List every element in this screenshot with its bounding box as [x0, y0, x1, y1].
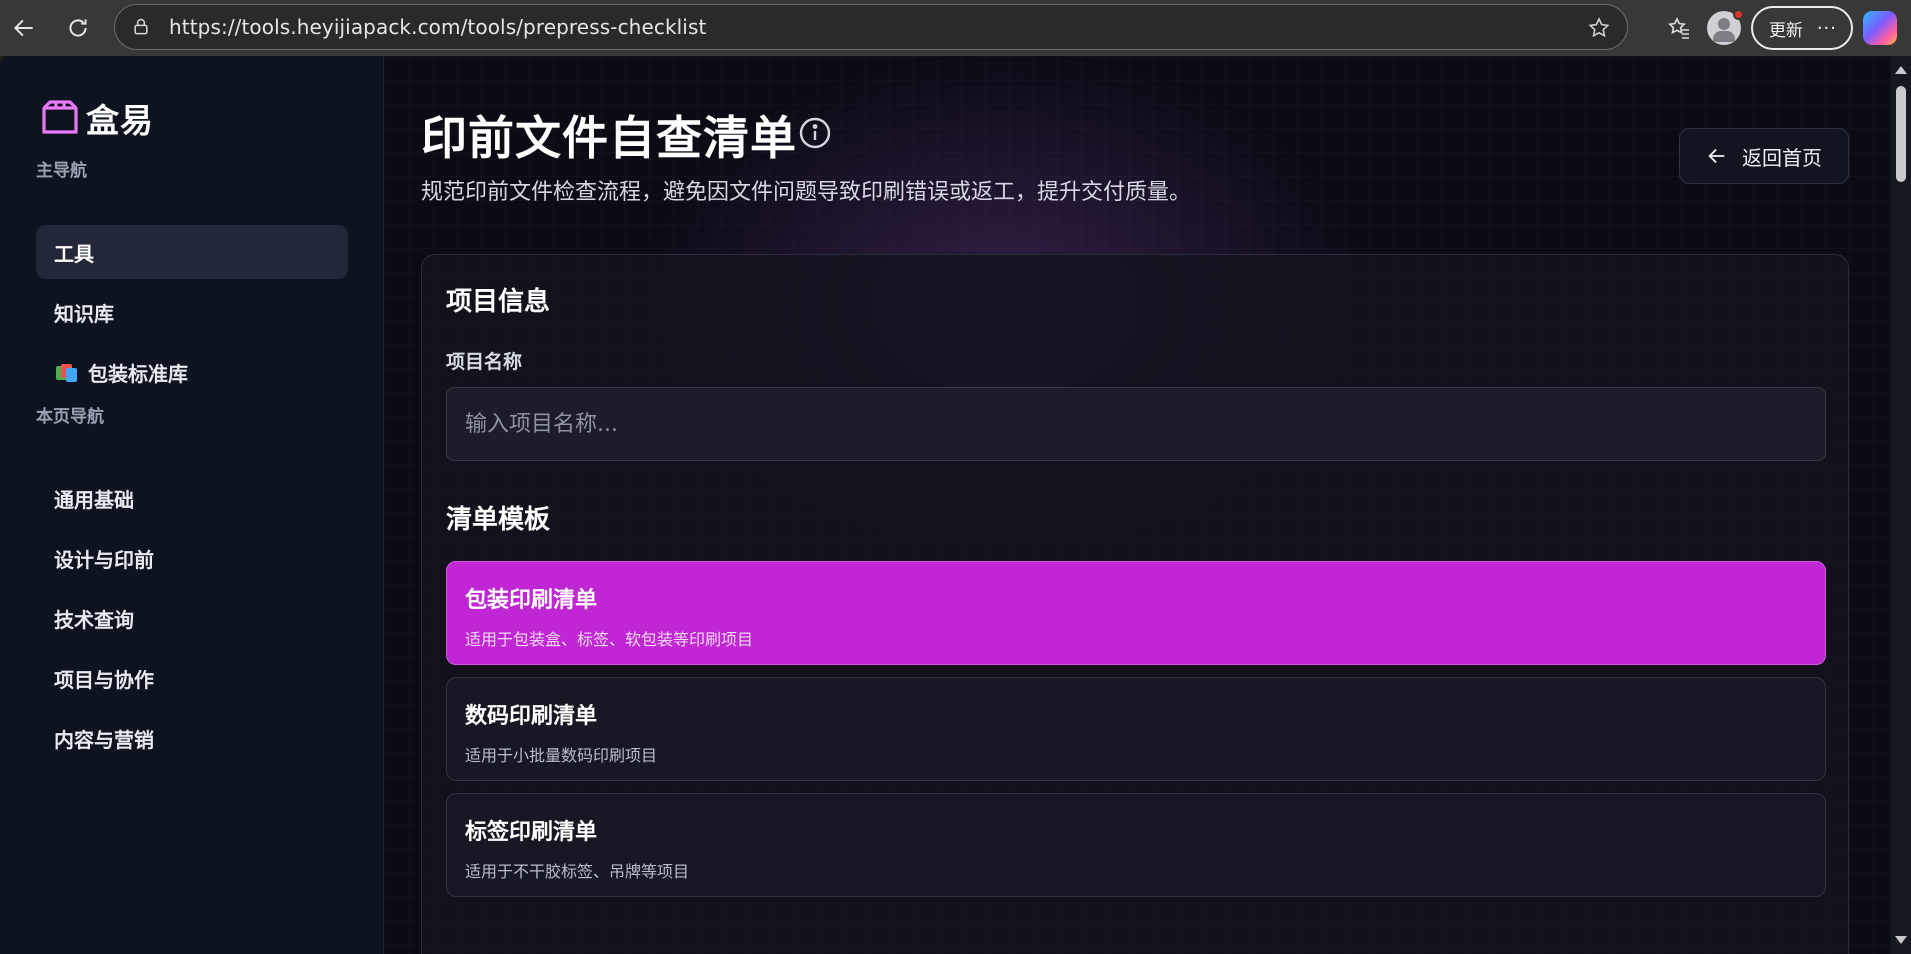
browser-toolbar: https://tools.heyijiapack.com/tools/prep… [0, 0, 1911, 56]
main-nav-heading: 主导航 [36, 161, 87, 181]
page-nav-projects[interactable]: 项目与协作 [36, 651, 348, 705]
template-option-digital[interactable]: 数码印刷清单 适用于小批量数码印刷项目 [446, 677, 1826, 781]
project-name-input[interactable] [446, 387, 1826, 461]
page-title: 印前文件自查清单 [421, 111, 797, 165]
scroll-thumb[interactable] [1896, 86, 1906, 182]
page-nav-label: 技术查询 [54, 607, 134, 632]
page-nav-label: 项目与协作 [54, 667, 154, 692]
sidebar: 盒易 主导航 工具 知识库 包装标准库 本页导航 通用基础 设计与印前 技术查询 [0, 56, 384, 954]
lock-icon [134, 18, 148, 35]
page-nav-tech[interactable]: 技术查询 [36, 591, 348, 645]
page-nav-design[interactable]: 设计与印前 [36, 531, 348, 585]
page-scrollbar[interactable] [1891, 56, 1911, 954]
template-name: 包装印刷清单 [465, 588, 598, 613]
scroll-up-icon[interactable] [1895, 66, 1907, 74]
template-desc: 适用于不干胶标签、吊牌等项目 [465, 862, 690, 881]
page-nav-label: 设计与印前 [54, 547, 154, 572]
page-nav-heading: 本页导航 [36, 407, 104, 427]
sidebar-item-label: 包装标准库 [88, 361, 188, 386]
template-name: 标签印刷清单 [465, 820, 598, 845]
arrow-left-icon [1708, 148, 1725, 164]
web-page: 盒易 主导航 工具 知识库 包装标准库 本页导航 通用基础 设计与印前 技术查询 [0, 56, 1911, 954]
page-subtitle: 规范印前文件检查流程，避免因文件问题导致印刷错误或返工，提升交付质量。 [421, 180, 1192, 205]
sidebar-item-label: 知识库 [54, 301, 114, 326]
back-home-button[interactable]: 返回首页 [1679, 128, 1849, 184]
template-name: 数码印刷清单 [465, 704, 598, 729]
sidebar-item-knowledge[interactable]: 知识库 [36, 285, 348, 339]
books-icon [54, 360, 78, 384]
brand-name: 盒易 [86, 101, 154, 140]
address-bar[interactable]: https://tools.heyijiapack.com/tools/prep… [114, 4, 1628, 50]
url-text: https://tools.heyijiapack.com/tools/prep… [169, 15, 707, 39]
template-desc: 适用于包装盒、标签、软包装等印刷项目 [465, 630, 754, 649]
info-icon[interactable] [798, 116, 832, 150]
favorite-star-icon[interactable] [1587, 16, 1611, 40]
sidebar-item-tools[interactable]: 工具 [36, 225, 348, 279]
template-option-packaging[interactable]: 包装印刷清单 适用于包装盒、标签、软包装等印刷项目 [446, 561, 1826, 665]
sidebar-item-standards[interactable]: 包装标准库 [36, 345, 348, 399]
template-option-label[interactable]: 标签印刷清单 适用于不干胶标签、吊牌等项目 [446, 793, 1826, 897]
project-info-heading: 项目信息 [446, 287, 551, 317]
profile-avatar[interactable] [1706, 9, 1744, 45]
favorites-list-icon[interactable] [1657, 6, 1701, 50]
browser-actions: 更新 ··· [1657, 0, 1911, 56]
update-label: 更新 [1768, 20, 1803, 41]
more-options-icon[interactable]: ··· [1817, 18, 1837, 39]
brand-logo[interactable]: 盒易 [38, 94, 154, 142]
checklist-card: 项目信息 项目名称 清单模板 包装印刷清单 适用于包装盒、标签、软包装等印刷项目… [421, 254, 1849, 954]
page-nav-general[interactable]: 通用基础 [36, 471, 348, 525]
template-heading: 清单模板 [446, 505, 551, 535]
page-nav-label: 通用基础 [54, 487, 134, 512]
sidebar-item-label: 工具 [54, 241, 94, 266]
project-name-label: 项目名称 [446, 351, 523, 373]
refresh-icon[interactable] [58, 8, 98, 48]
template-desc: 适用于小批量数码印刷项目 [465, 746, 658, 765]
box-icon [42, 100, 78, 134]
scroll-down-icon[interactable] [1895, 936, 1907, 944]
page-nav-marketing[interactable]: 内容与营销 [36, 711, 348, 765]
page-nav-label: 内容与营销 [54, 727, 154, 752]
copilot-icon[interactable] [1863, 11, 1897, 45]
main-content: 印前文件自查清单 规范印前文件检查流程，避免因文件问题导致印刷错误或返工，提升交… [385, 56, 1891, 954]
back-home-label: 返回首页 [1742, 145, 1822, 170]
update-button[interactable]: 更新 ··· [1750, 6, 1853, 50]
back-arrow-icon[interactable] [4, 8, 44, 48]
